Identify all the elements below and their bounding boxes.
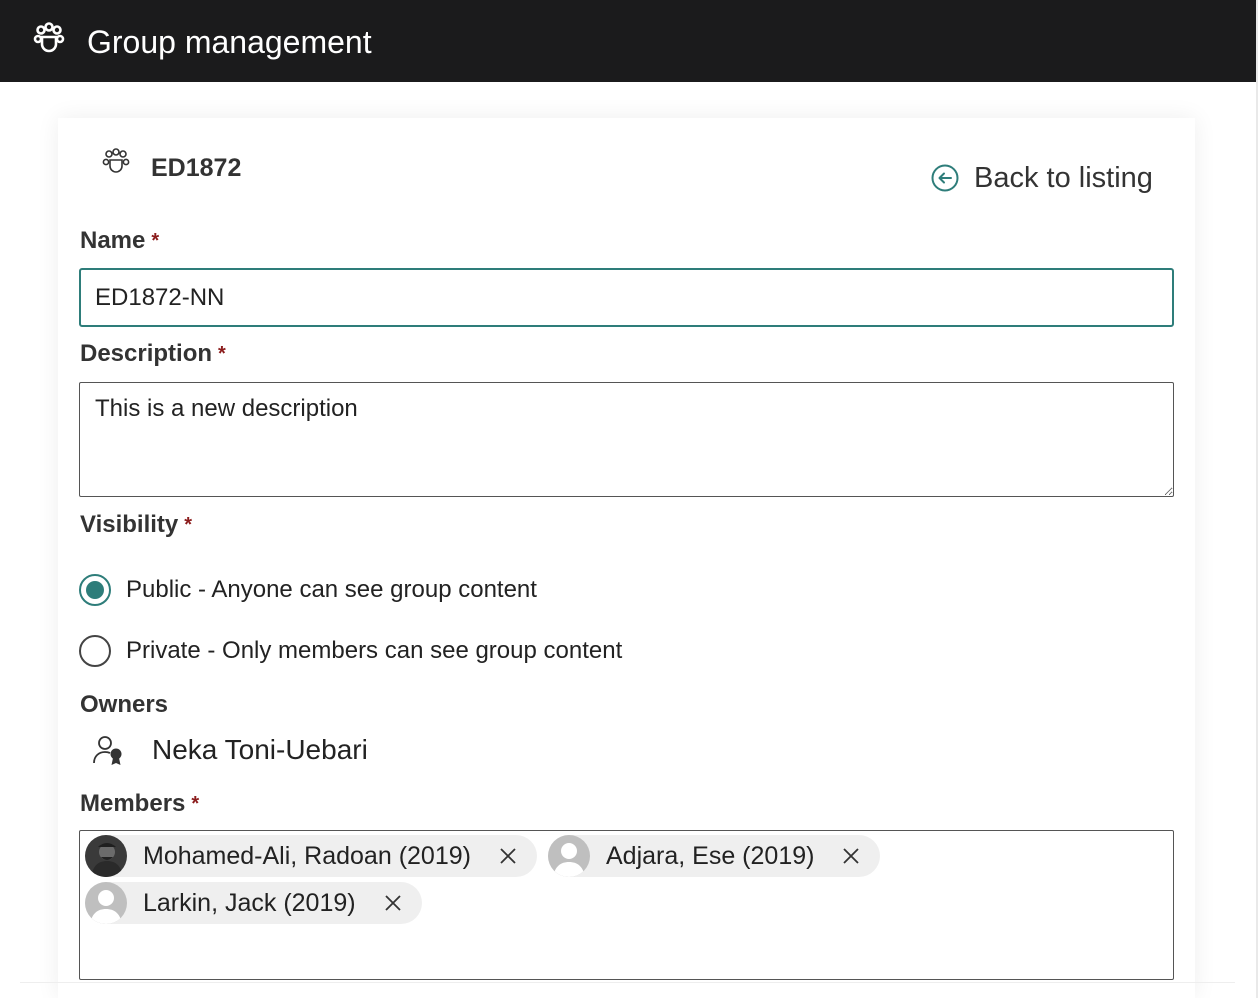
owner-item: Neka Toni-Uebari xyxy=(92,733,368,767)
close-icon[interactable] xyxy=(497,845,519,867)
arrow-left-circle-icon xyxy=(931,164,959,192)
app-header: Group management xyxy=(0,0,1256,82)
owners-label-text: Owners xyxy=(80,691,169,718)
owner-name: Neka Toni-Uebari xyxy=(152,734,368,765)
member-chip: Mohamed-Ali, Radoan (2019) xyxy=(85,835,537,877)
group-icon xyxy=(33,22,65,53)
member-avatar-photo xyxy=(85,835,127,877)
name-label-text: Name xyxy=(80,227,146,254)
name-input[interactable] xyxy=(79,268,1174,327)
visibility-label: Visibility * xyxy=(80,510,192,540)
required-mark: * xyxy=(184,514,193,536)
owners-label: Owners xyxy=(80,690,168,720)
group-icon xyxy=(102,148,130,173)
radio-selected-dot xyxy=(86,581,104,599)
visibility-label-text: Visibility xyxy=(80,511,179,538)
member-avatar-placeholder xyxy=(85,882,127,924)
radio-private-label: Private - Only members can see group con… xyxy=(126,637,623,664)
members-label-text: Members xyxy=(80,790,186,817)
owner-badge-icon xyxy=(93,736,122,765)
close-icon[interactable] xyxy=(382,892,404,914)
radio-public-label: Public - Anyone can see group content xyxy=(126,576,537,603)
description-label-text: Description xyxy=(80,340,213,367)
description-label: Description * xyxy=(80,339,226,369)
group-code: ED1872 xyxy=(151,154,242,182)
visibility-option-public[interactable]: Public - Anyone can see group content xyxy=(79,574,537,606)
member-chip: Larkin, Jack (2019) xyxy=(85,882,422,924)
radio-private[interactable] xyxy=(79,635,111,667)
required-mark: * xyxy=(218,343,226,365)
back-link-label: Back to listing xyxy=(974,161,1153,194)
member-name: Mohamed-Ali, Radoan (2019) xyxy=(143,841,471,870)
member-avatar-placeholder xyxy=(548,835,590,877)
member-name: Larkin, Jack (2019) xyxy=(143,888,356,917)
name-label: Name * xyxy=(80,226,159,256)
app-title: Group management xyxy=(87,24,372,60)
back-to-listing-link[interactable]: Back to listing xyxy=(930,160,1153,196)
visibility-option-private[interactable]: Private - Only members can see group con… xyxy=(79,635,622,667)
required-mark: * xyxy=(151,230,160,252)
required-mark: * xyxy=(191,793,200,815)
radio-public[interactable] xyxy=(79,574,111,606)
close-icon[interactable] xyxy=(840,845,862,867)
members-label: Members * xyxy=(80,789,199,819)
members-input[interactable]: Mohamed-Ali, Radoan (2019) Adjara, Ese (… xyxy=(79,830,1174,980)
member-name: Adjara, Ese (2019) xyxy=(606,841,815,870)
divider xyxy=(20,982,1235,983)
description-textarea[interactable]: This is a new description xyxy=(79,382,1174,497)
member-chip: Adjara, Ese (2019) xyxy=(548,835,881,877)
